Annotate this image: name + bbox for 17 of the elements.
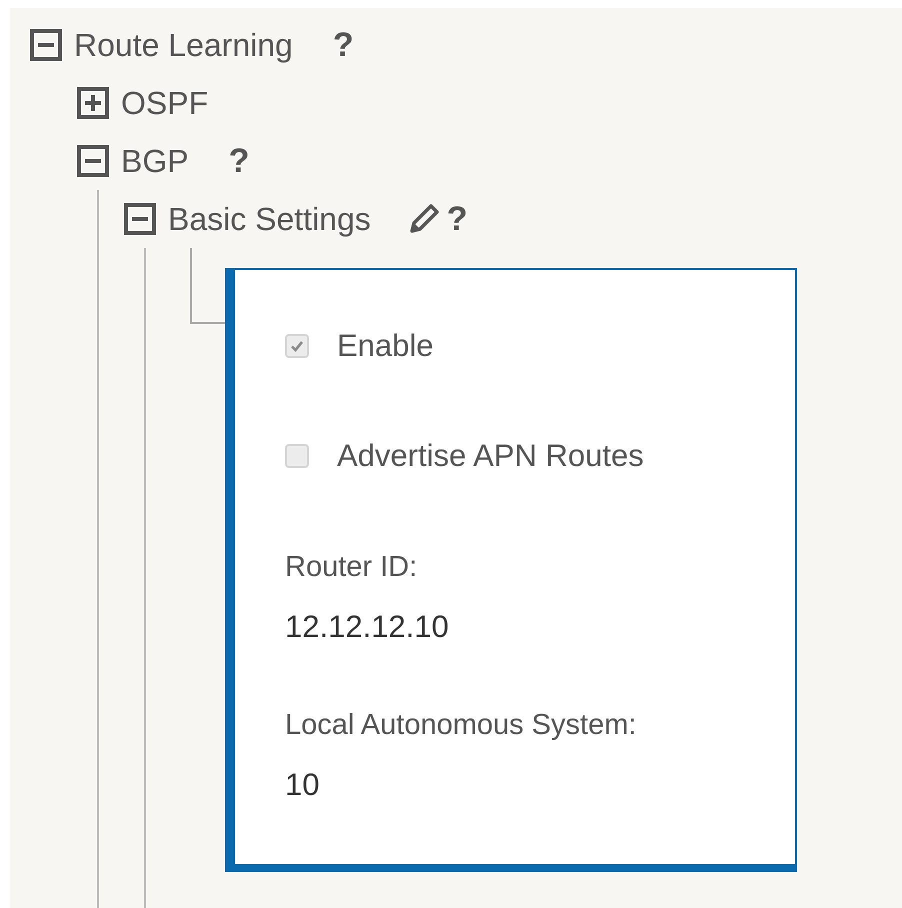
field-label: Router ID: (285, 550, 418, 585)
field-value: 12.12.12.10 (285, 608, 450, 646)
field-value: 10 (285, 766, 320, 804)
help-icon[interactable]: ? (332, 26, 354, 64)
collapse-toggle-icon[interactable] (30, 29, 62, 61)
checkbox-label: Enable (337, 328, 434, 364)
tree-item[interactable]: Route Learning (74, 26, 293, 64)
help-icon[interactable]: ? (446, 200, 468, 238)
tree-item[interactable]: OSPF (121, 84, 208, 122)
expand-toggle-icon[interactable] (77, 87, 109, 119)
collapse-toggle-icon[interactable] (77, 145, 109, 177)
field-label: Local Autonomous System: (285, 708, 638, 743)
collapse-toggle-icon[interactable] (124, 203, 156, 235)
checkbox-label: Advertise APN Routes (337, 438, 644, 474)
tree-item[interactable]: Basic Settings (168, 200, 371, 238)
tree-item[interactable]: BGP (121, 142, 189, 180)
help-icon[interactable]: ? (228, 142, 250, 180)
